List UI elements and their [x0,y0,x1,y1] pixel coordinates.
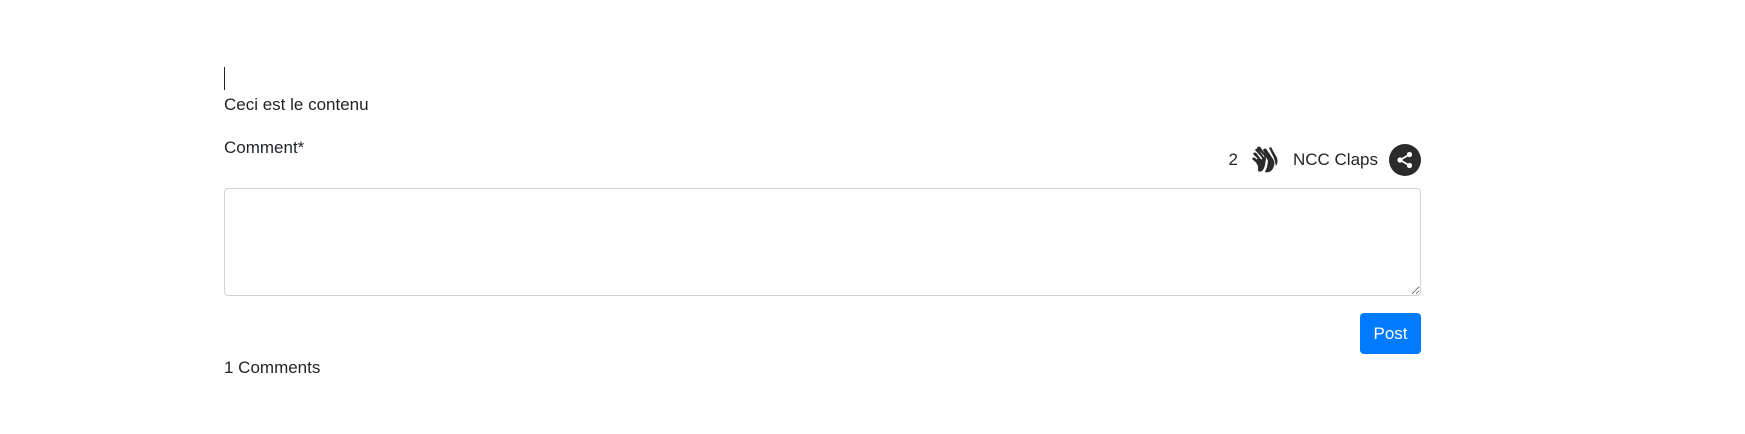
claps-count: 2 [1228,150,1238,169]
claps-label: NCC Claps [1292,150,1378,169]
comments-count: 1 Comments [224,358,321,377]
text-cursor [224,67,225,90]
share-icon[interactable] [1389,144,1421,176]
post-actions: 2 NCC Claps [1228,142,1421,178]
comment-textarea[interactable] [224,188,1421,296]
clapping-hands-icon[interactable] [1248,143,1282,177]
page: Ceci est le contenu Comment* 2 NCC Claps… [0,0,1745,434]
post-button[interactable]: Post [1360,313,1421,354]
post-content: Ceci est le contenu [224,95,369,114]
comment-label: Comment* [224,138,305,157]
